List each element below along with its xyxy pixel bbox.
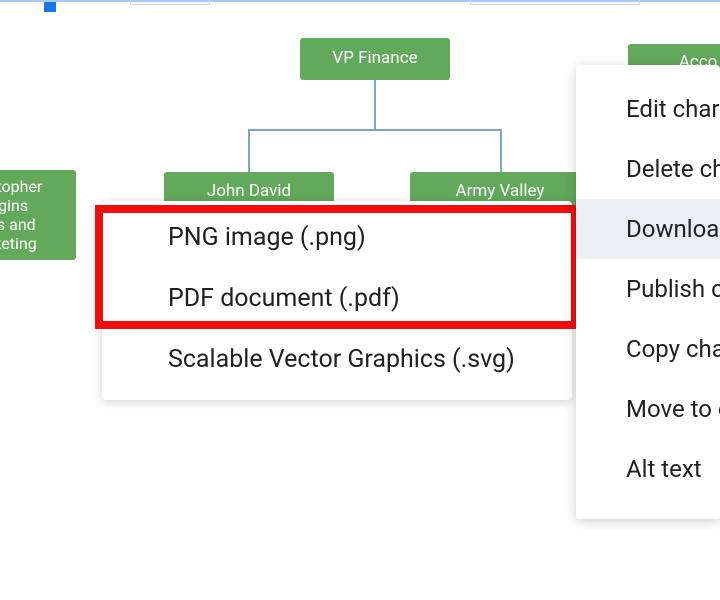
menu-publish-chart[interactable]: Publish ch xyxy=(576,259,720,319)
toolbar-outline-fragment xyxy=(470,0,640,5)
menu-alt-text[interactable]: Alt text xyxy=(576,439,720,499)
org-node-root[interactable]: VP Finance xyxy=(300,38,450,80)
menu-copy-chart[interactable]: Copy char xyxy=(576,319,720,379)
download-pdf-item[interactable]: PDF document (.pdf) xyxy=(102,268,572,329)
connector xyxy=(500,129,502,173)
chart-context-menu: Edit chart Delete cha Download Publish c… xyxy=(576,65,720,519)
toolbar-outline-fragment xyxy=(130,0,210,5)
menu-edit-chart[interactable]: Edit chart xyxy=(576,79,720,139)
org-node-sibling[interactable]: Christopher HigginsSales and Marketing xyxy=(0,170,76,260)
menu-move-to-own-sheet[interactable]: Move to ov xyxy=(576,379,720,439)
menu-download-chart[interactable]: Download xyxy=(576,199,720,259)
connector xyxy=(248,129,502,131)
connector xyxy=(374,80,376,130)
selection-handle[interactable] xyxy=(44,2,56,12)
download-png-item[interactable]: PNG image (.png) xyxy=(102,207,572,268)
download-svg-item[interactable]: Scalable Vector Graphics (.svg) xyxy=(102,329,572,390)
connector xyxy=(248,129,250,173)
download-submenu: PNG image (.png) PDF document (.pdf) Sca… xyxy=(102,201,572,400)
menu-delete-chart[interactable]: Delete cha xyxy=(576,139,720,199)
